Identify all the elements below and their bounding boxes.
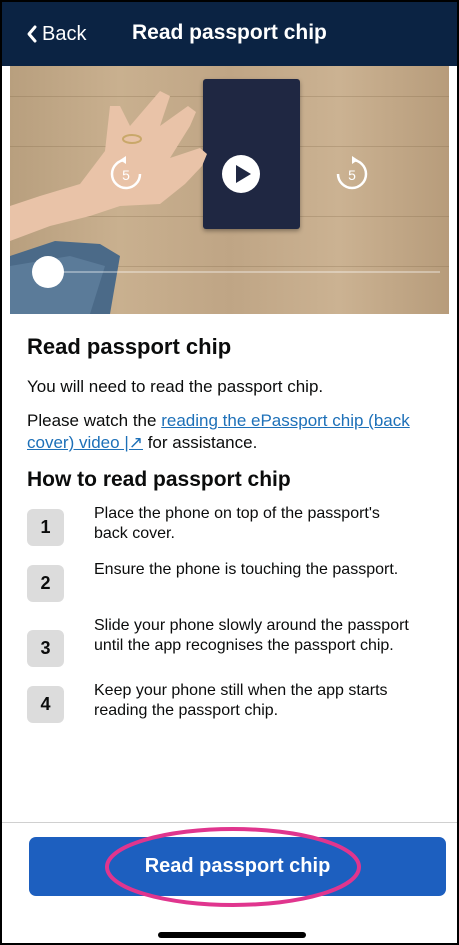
step-number: 1 bbox=[27, 509, 64, 546]
forward-5-icon[interactable]: 5 bbox=[332, 154, 372, 194]
section-heading: Read passport chip bbox=[27, 334, 232, 359]
nav-header: Back Read passport chip bbox=[2, 2, 457, 66]
intro-text: You will need to read the passport chip. bbox=[27, 377, 324, 396]
step-number: 4 bbox=[27, 686, 64, 723]
list-item: 4 Keep your phone still when the app sta… bbox=[27, 681, 437, 723]
step-text: Place the phone on top of the passport's… bbox=[94, 505, 380, 542]
back-button[interactable]: Back bbox=[24, 21, 86, 47]
step-text: Ensure the phone is touching the passpor… bbox=[94, 561, 399, 578]
video-player[interactable]: 5 5 bbox=[10, 66, 449, 314]
rewind-5-icon[interactable]: 5 bbox=[106, 154, 146, 194]
list-item: 1 Place the phone on top of the passport… bbox=[27, 504, 437, 546]
footer-divider bbox=[2, 822, 457, 823]
video-timeline[interactable] bbox=[48, 271, 440, 273]
scrubber-handle[interactable] bbox=[32, 256, 64, 288]
step-number: 2 bbox=[27, 565, 64, 602]
rewind-seconds: 5 bbox=[122, 167, 130, 183]
watch-suffix: for assistance. bbox=[142, 433, 258, 452]
highlight-circle-annotation bbox=[105, 827, 361, 907]
watch-paragraph: Please watch the reading the ePassport c… bbox=[27, 410, 437, 454]
steps-list: 1 Place the phone on top of the passport… bbox=[27, 504, 437, 723]
back-label: Back bbox=[42, 22, 87, 45]
main-content: Read passport chip You will need to read… bbox=[27, 332, 437, 737]
page-title: Read passport chip bbox=[132, 21, 327, 44]
how-to-heading: How to read passport chip bbox=[27, 468, 291, 491]
step-text: Keep your phone still when the app start… bbox=[94, 682, 388, 719]
list-item: 3 Slide your phone slowly around the pas… bbox=[27, 616, 437, 667]
home-indicator[interactable] bbox=[158, 932, 306, 938]
play-icon[interactable] bbox=[221, 154, 261, 194]
watch-prefix: Please watch the bbox=[27, 411, 162, 430]
app-screen: Back Read passport chip 5 5 Read passpor… bbox=[0, 0, 459, 945]
step-number: 3 bbox=[27, 630, 64, 667]
list-item: 2 Ensure the phone is touching the passp… bbox=[27, 560, 437, 602]
forward-seconds: 5 bbox=[348, 167, 356, 183]
step-text: Slide your phone slowly around the passp… bbox=[94, 617, 409, 654]
chevron-left-icon bbox=[27, 25, 37, 43]
